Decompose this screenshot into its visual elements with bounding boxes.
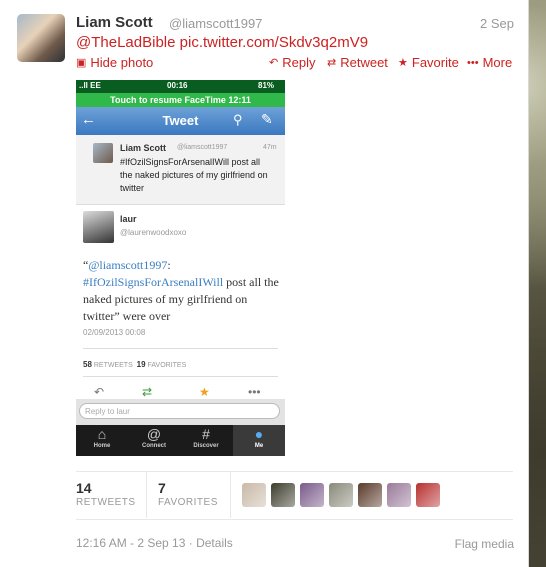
reply-hashtag: #IfOzilSignsForArsenalIWill xyxy=(83,275,224,289)
more-button[interactable]: ••• More xyxy=(467,55,512,70)
phone-time: 00:16 xyxy=(167,81,188,90)
retweet-icon: ⇄ xyxy=(142,385,153,399)
phone-tweet-actions: ↶ ⇄ ★ ••• xyxy=(76,385,285,399)
more-label: More xyxy=(482,55,513,70)
quoted-text: #IfOzilSignsForArsenalIWill post all the… xyxy=(120,157,268,193)
phone-tab-bar: ⌂ Home @ Connect # Discover ● Me xyxy=(76,425,285,456)
retweet-icon: ⇄ xyxy=(327,57,337,69)
favoriter-avatar[interactable] xyxy=(358,483,382,507)
reply-text: “@liamscott1997: #IfOzilSignsForArsenalIW… xyxy=(83,257,283,325)
star-icon: ★ xyxy=(398,57,408,69)
divider xyxy=(76,519,513,520)
pic-link[interactable]: pic.twitter.com/Skdv3q2mV9 xyxy=(180,34,368,51)
divider xyxy=(83,348,278,349)
reply-author-name: laur xyxy=(120,214,137,224)
tab-me: ● Me xyxy=(233,425,285,456)
retweet-label: Retweet xyxy=(340,55,388,70)
phone-status-bar: ..ll EE 00:16 81% xyxy=(76,80,285,93)
divider xyxy=(76,471,513,472)
reply-author-avatar xyxy=(83,211,114,243)
nav-title: Tweet xyxy=(162,113,199,128)
person-icon: ● xyxy=(254,426,264,442)
favoriter-avatar[interactable] xyxy=(271,483,295,507)
phone-nav-bar: ← Tweet ⚲ ✎ xyxy=(76,107,285,135)
star-icon: ★ xyxy=(199,385,210,399)
quoted-avatar xyxy=(93,143,113,163)
hash-icon: # xyxy=(202,426,210,442)
battery: 81% xyxy=(258,81,275,90)
timestamp-text: 12:16 AM - 2 Sep 13 xyxy=(76,536,186,550)
photo-icon: ▣ xyxy=(76,57,87,69)
favoriter-avatar[interactable] xyxy=(300,483,324,507)
reply-icon: ↶ xyxy=(269,57,279,69)
favorites-count[interactable]: 7 xyxy=(158,480,166,496)
quoted-tweet: Liam Scott @liamscott1997 47m #IfOzilSig… xyxy=(76,135,285,205)
tweet-card: Liam Scott @liamscott1997 2 Sep @TheLadB… xyxy=(0,0,529,567)
tab-discover: # Discover xyxy=(180,425,232,456)
reply-author-handle: @laurenwoodxoxo xyxy=(120,228,187,237)
favorites-label[interactable]: FAVORITES xyxy=(158,497,218,508)
retweet-button[interactable]: ⇄ Retweet xyxy=(327,55,388,70)
tab-home: ⌂ Home xyxy=(76,425,128,456)
carrier: ..ll EE xyxy=(79,81,101,90)
more-dots-icon: ••• xyxy=(467,56,479,69)
retweets-label[interactable]: RETWEETS xyxy=(76,497,136,508)
search-icon: ⚲ xyxy=(233,112,243,127)
avatar[interactable] xyxy=(17,14,65,62)
quoted-handle: @liamscott1997 xyxy=(177,144,228,151)
attached-photo[interactable]: ..ll EE 00:16 81% Touch to resume FaceTi… xyxy=(76,80,285,456)
phone-stats: 58 RETWEETS 19 FAVORITES xyxy=(83,360,186,369)
tweet-timestamp: 12:16 AM - 2 Sep 13 · Details xyxy=(76,536,233,550)
favoriter-avatar[interactable] xyxy=(329,483,353,507)
details-link[interactable]: Details xyxy=(196,536,233,550)
compose-icon: ✎ xyxy=(261,111,273,127)
retweets-count[interactable]: 14 xyxy=(76,480,92,496)
facetime-banner: Touch to resume FaceTime 12:11 xyxy=(76,93,285,107)
hide-photo-button[interactable]: ▣ Hide photo xyxy=(76,55,153,70)
phone-retweet-count: 58 xyxy=(83,360,92,369)
phone-favorite-count: 19 xyxy=(136,360,146,369)
favorite-label: Favorite xyxy=(411,55,459,70)
favoriter-avatar[interactable] xyxy=(242,483,266,507)
divider xyxy=(146,472,147,518)
tab-me-label: Me xyxy=(254,443,264,449)
reply-colon: : xyxy=(167,258,171,272)
tweet-text: @TheLadBible pic.twitter.com/Skdv3q2mV9 xyxy=(76,34,368,51)
timestamp-separator: · xyxy=(188,536,193,550)
reply-date: 02/09/2013 00:08 xyxy=(83,328,146,337)
tweet-date[interactable]: 2 Sep xyxy=(480,16,514,31)
favoriter-avatar[interactable] xyxy=(416,483,440,507)
author-handle[interactable]: @liamscott1997 xyxy=(169,16,262,31)
at-icon: @ xyxy=(146,426,162,442)
phone-favorite-label: FAVORITES xyxy=(147,362,187,369)
favoriter-avatar[interactable] xyxy=(387,483,411,507)
reply-input: Reply to laur xyxy=(79,403,280,419)
tab-connect-label: Connect xyxy=(142,443,166,449)
phone-reply-bar: Reply to laur xyxy=(76,399,285,425)
flag-media-link[interactable]: Flag media xyxy=(455,537,514,551)
tab-discover-label: Discover xyxy=(193,443,219,449)
reply-button[interactable]: ↶ Reply xyxy=(269,55,315,70)
mention-link[interactable]: @TheLadBible xyxy=(76,34,175,51)
quoted-name: Liam Scott xyxy=(120,143,167,153)
more-dots-icon: ••• xyxy=(248,385,261,399)
reply-mention: @liamscott1997 xyxy=(88,258,168,272)
quoted-time: 47m xyxy=(263,144,277,151)
phone-retweet-label: RETWEETS xyxy=(93,362,133,369)
tweet-actions: ▣ Hide photo ↶ Reply ⇄ Retweet ★ Favorit… xyxy=(76,55,516,71)
hide-photo-label: Hide photo xyxy=(90,55,154,70)
divider xyxy=(230,472,231,518)
home-icon: ⌂ xyxy=(97,426,107,442)
tab-connect: @ Connect xyxy=(128,425,180,456)
author-name[interactable]: Liam Scott xyxy=(76,14,153,31)
reply-icon: ↶ xyxy=(94,385,105,399)
tab-home-label: Home xyxy=(93,443,111,449)
reply-label: Reply xyxy=(282,55,316,70)
divider xyxy=(83,376,278,377)
favorite-button[interactable]: ★ Favorite xyxy=(398,55,459,70)
